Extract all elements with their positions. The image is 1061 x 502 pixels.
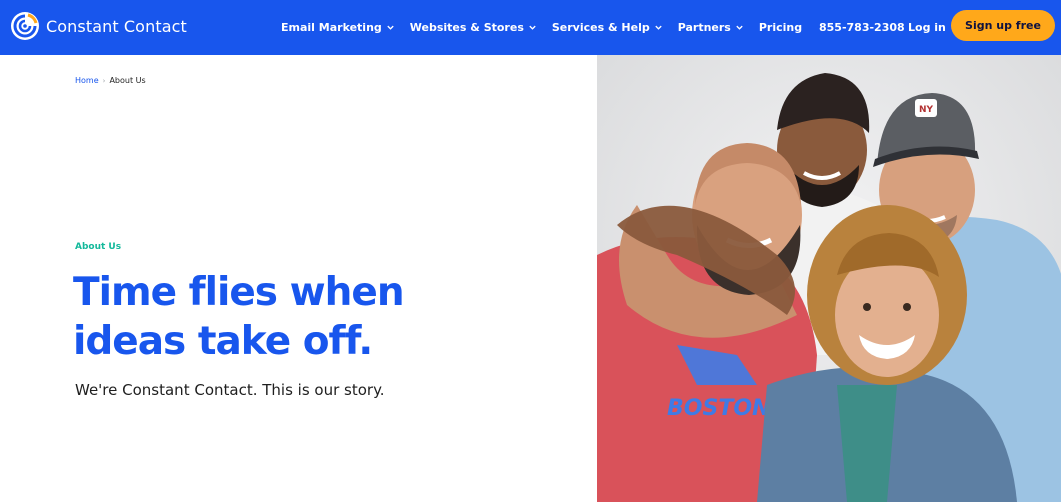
page-subheading: We're Constant Contact. This is our stor… xyxy=(75,381,385,399)
nav-item-label: Websites & Stores xyxy=(409,21,524,34)
nav-item-pricing[interactable]: Pricing xyxy=(759,21,802,34)
breadcrumb: Home › About Us xyxy=(75,76,146,85)
breadcrumb-home-link[interactable]: Home xyxy=(75,76,99,85)
phone-number-link[interactable]: 855-783-2308 xyxy=(819,0,905,55)
chevron-down-icon xyxy=(387,25,394,30)
brand-name: Constant Contact xyxy=(46,16,187,36)
nav-item-label: Pricing xyxy=(758,21,803,34)
headline-line-1: Time flies when xyxy=(73,270,405,315)
chevron-down-icon xyxy=(655,25,662,30)
nav-item-label: Partners xyxy=(677,21,731,34)
team-photo-illustration: NY BOSTON xyxy=(597,55,1061,502)
breadcrumb-current-page: About Us xyxy=(109,76,146,85)
chevron-down-icon xyxy=(529,25,536,30)
main-nav: Email Marketing Websites & Stores Servic… xyxy=(281,0,802,55)
team-photo: NY BOSTON xyxy=(597,55,1061,502)
top-navigation-bar: Constant Contact Email Marketing Website… xyxy=(0,0,1061,55)
nav-item-websites-stores[interactable]: Websites & Stores xyxy=(410,21,537,34)
nav-item-partners[interactable]: Partners xyxy=(678,21,744,34)
login-link[interactable]: Log in xyxy=(908,0,946,55)
breadcrumb-separator-icon: › xyxy=(102,76,106,85)
cap-badge-text: NY xyxy=(919,105,934,115)
shirt-logo-text: BOSTON xyxy=(667,396,770,421)
nav-item-label: Email Marketing xyxy=(281,21,382,34)
headline-line-2: ideas take off. xyxy=(73,319,373,364)
constant-contact-logo-icon xyxy=(11,12,39,40)
sign-up-free-button[interactable]: Sign up free xyxy=(951,10,1055,41)
chevron-down-icon xyxy=(736,25,743,30)
brand-logo[interactable]: Constant Contact xyxy=(10,11,187,41)
nav-item-services-help[interactable]: Services & Help xyxy=(552,21,663,34)
nav-item-email-marketing[interactable]: Email Marketing xyxy=(281,21,395,34)
section-eyebrow: About Us xyxy=(75,242,122,252)
page-headline: Time flies when ideas take off. xyxy=(73,268,493,366)
nav-item-label: Services & Help xyxy=(551,21,650,34)
